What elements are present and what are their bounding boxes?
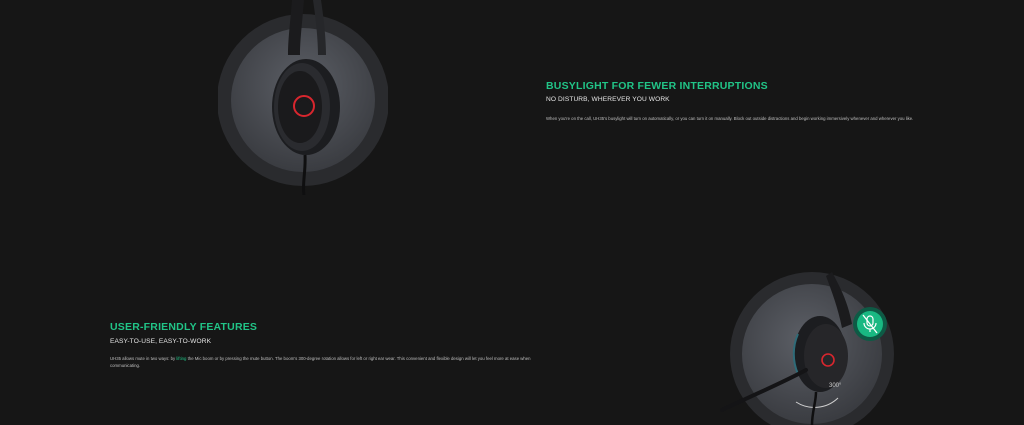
rotation-label: 300° — [829, 383, 842, 389]
busylight-description: When you're on the call, UH35's busyligh… — [546, 116, 914, 121]
mute-mic-icon — [853, 307, 887, 341]
features-title: USER-FRIENDLY FEATURES — [110, 321, 258, 333]
busylight-headset-image — [218, 0, 388, 195]
features-body-highlight: lifting — [176, 356, 187, 361]
features-body-pre: UH35 allows mute in two ways: by — [110, 356, 177, 361]
busylight-subtitle: NO DISTURB, WHEREVER YOU WORK — [546, 96, 670, 103]
features-description: UH35 allows mute in two ways: by lifting… — [110, 355, 550, 369]
busylight-title: BUSYLIGHT FOR FEWER INTERRUPTIONS — [546, 80, 768, 92]
rotating-boom-headset-image — [720, 272, 894, 425]
features-subtitle: EASY-TO-USE, EASY-TO-WORK — [110, 338, 212, 345]
